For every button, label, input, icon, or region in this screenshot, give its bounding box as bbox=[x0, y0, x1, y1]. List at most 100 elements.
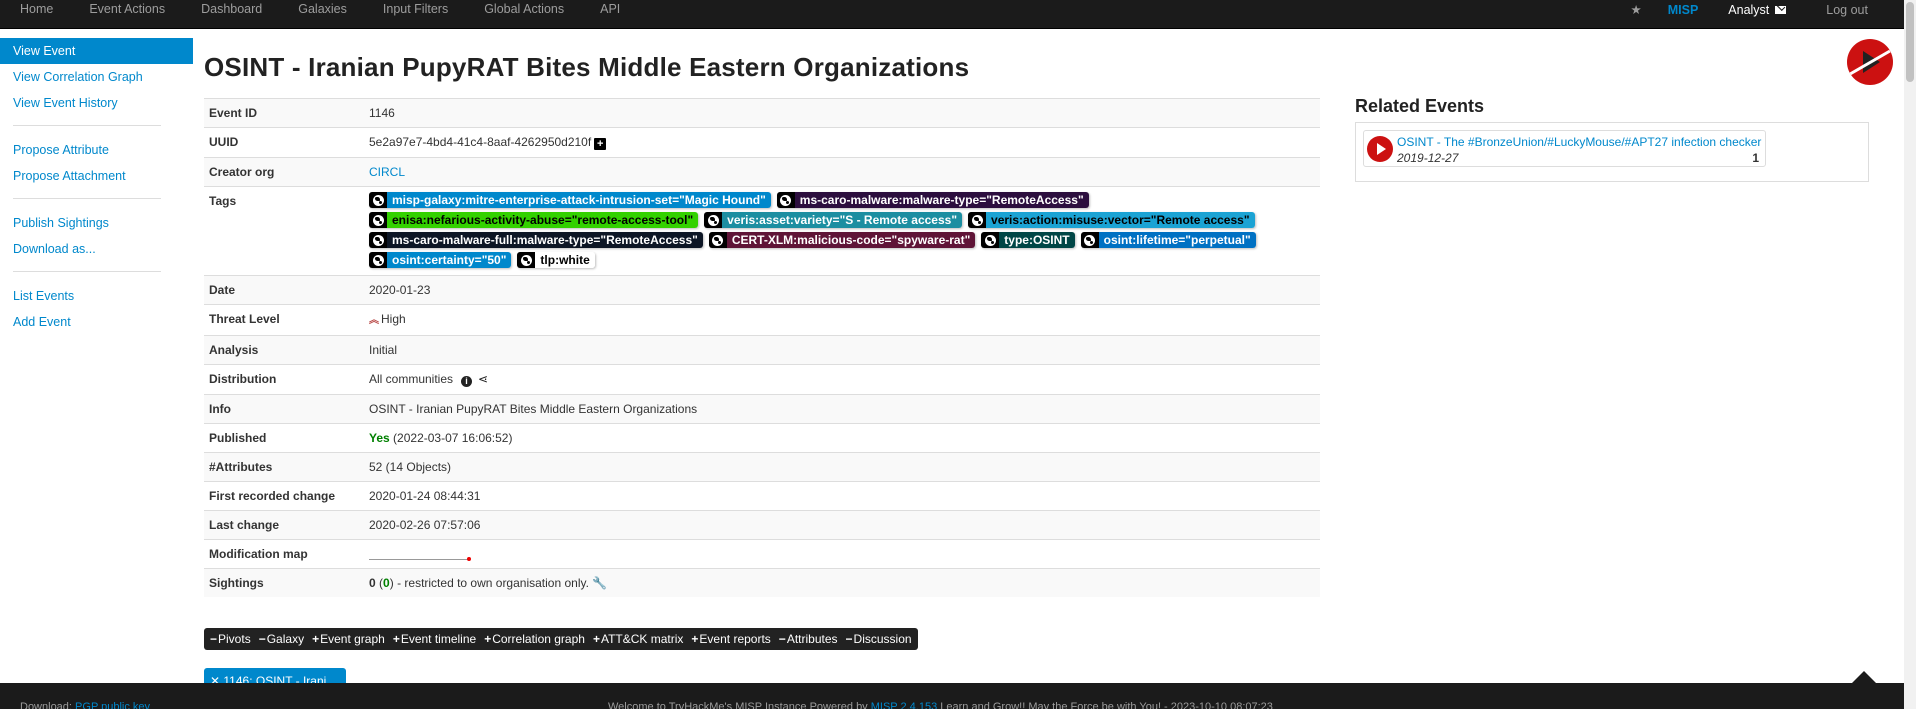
table-row: Date 2020-01-23 bbox=[204, 275, 1320, 305]
minus-icon: − bbox=[778, 632, 786, 646]
sidebar-item-view-correlation-graph[interactable]: View Correlation Graph bbox=[0, 64, 193, 90]
nav-dashboard[interactable]: Dashboard bbox=[201, 0, 262, 20]
toggle-tab[interactable]: −Galaxy bbox=[255, 628, 308, 650]
sidebar-item-propose-attachment[interactable]: Propose Attachment bbox=[0, 163, 193, 189]
tag-label: veris:asset:variety="S - Remote access" bbox=[722, 212, 963, 228]
related-events-panel: OSINT - The #BronzeUnion/#LuckyMouse/#AP… bbox=[1355, 122, 1869, 182]
table-row: Sightings 0 (0) - restricted to own orga… bbox=[204, 568, 1320, 597]
chevron-up-icon: ︽ bbox=[369, 315, 379, 326]
plus-icon: + bbox=[392, 632, 400, 646]
nav-api[interactable]: API bbox=[600, 0, 620, 20]
toggle-tab[interactable]: +Event timeline bbox=[389, 628, 480, 650]
back-to-top-icon[interactable] bbox=[1852, 671, 1876, 683]
event-tag[interactable]: osint:lifetime="perpetual" bbox=[1080, 232, 1256, 248]
event-tag[interactable]: misp-galaxy:mitre-enterprise-attack-intr… bbox=[369, 192, 771, 208]
event-tag[interactable]: CERT-XLM:malicious-code="spyware-rat" bbox=[708, 232, 976, 248]
globe-icon bbox=[776, 192, 795, 208]
org-logo bbox=[1367, 136, 1393, 162]
sightings-cell: 0 (0) - restricted to own organisation o… bbox=[364, 568, 1320, 597]
share-icon[interactable]: ⋖ bbox=[478, 372, 488, 386]
toggle-tab[interactable]: −Pivots bbox=[206, 628, 255, 650]
table-row: Last change 2020-02-26 07:57:06 bbox=[204, 510, 1320, 540]
tag-label: ms-caro-malware-full:malware-type="Remot… bbox=[387, 232, 703, 248]
nav-input-filters[interactable]: Input Filters bbox=[383, 0, 448, 20]
page-title: OSINT - Iranian PupyRAT Bites Middle Eas… bbox=[204, 52, 970, 82]
toggle-tab[interactable]: −Attributes bbox=[775, 628, 842, 650]
event-details-table: Event ID 1146 UUID 5e2a97e7-4bd4-41c4-8a… bbox=[204, 98, 1320, 597]
event-tag[interactable]: ms-caro-malware:malware-type="RemoteAcce… bbox=[776, 192, 1089, 208]
row-label: Sightings bbox=[204, 568, 364, 597]
minus-icon: − bbox=[210, 632, 218, 646]
related-events-title: Related Events bbox=[1355, 96, 1485, 116]
sidebar-divider bbox=[13, 125, 161, 126]
threat-level-cell: ︽ High bbox=[364, 304, 1320, 336]
wrench-icon[interactable]: 🔧 bbox=[592, 576, 607, 590]
org-logo bbox=[1847, 39, 1893, 85]
related-event-card[interactable]: OSINT - The #BronzeUnion/#LuckyMouse/#AP… bbox=[1363, 130, 1766, 167]
scrollbar-thumb[interactable] bbox=[1906, 2, 1914, 82]
related-event-link[interactable]: OSINT - The #BronzeUnion/#LuckyMouse/#AP… bbox=[1397, 135, 1761, 149]
globe-icon bbox=[981, 232, 1000, 248]
plus-icon: + bbox=[592, 632, 600, 646]
row-label: Distribution bbox=[204, 364, 364, 395]
misp-version-link[interactable]: MISP 2.4.153 bbox=[871, 701, 937, 709]
sightings-own-count: 0 bbox=[383, 576, 390, 590]
uuid-value: 5e2a97e7-4bd4-41c4-8aaf-4262950d210f bbox=[369, 135, 592, 149]
sidebar-item-download-as[interactable]: Download as... bbox=[0, 236, 193, 262]
toggle-tab[interactable]: +ATT&CK matrix bbox=[589, 628, 687, 650]
star-icon[interactable]: ★ bbox=[1631, 3, 1642, 17]
minus-icon: − bbox=[845, 632, 853, 646]
sidebar-item-add-event[interactable]: Add Event bbox=[0, 309, 193, 335]
toggle-tab-label: Discussion bbox=[853, 632, 912, 646]
event-tag[interactable]: enisa:nefarious-activity-abuse="remote-a… bbox=[369, 212, 699, 228]
footer-center: Welcome to TryHackMe's MISP Instance Pow… bbox=[608, 701, 1273, 709]
info-icon[interactable]: i bbox=[461, 376, 473, 387]
scrollbar[interactable] bbox=[1904, 0, 1916, 709]
add-uuid-icon[interactable]: + bbox=[594, 138, 607, 150]
nav-event-actions[interactable]: Event Actions bbox=[89, 0, 165, 20]
analysis-value: Initial bbox=[364, 335, 1320, 365]
sidebar-item-view-event-history[interactable]: View Event History bbox=[0, 90, 193, 116]
sidebar: View Event View Correlation Graph View E… bbox=[0, 38, 193, 335]
event-tag[interactable]: type:OSINT bbox=[981, 232, 1075, 248]
table-row: Modification map bbox=[204, 539, 1320, 569]
toggle-tab-label: ATT&CK matrix bbox=[600, 632, 684, 646]
main-menu: Home Event Actions Dashboard Galaxies In… bbox=[20, 0, 656, 20]
table-row: UUID 5e2a97e7-4bd4-41c4-8aaf-4262950d210… bbox=[204, 127, 1320, 158]
pgp-key-link[interactable]: PGP public key bbox=[75, 701, 150, 709]
toggle-tab[interactable]: +Correlation graph bbox=[480, 628, 589, 650]
toggle-tab[interactable]: +Event graph bbox=[308, 628, 389, 650]
table-row: First recorded change 2020-01-24 08:44:3… bbox=[204, 481, 1320, 511]
nav-user[interactable]: Analyst bbox=[1728, 3, 1769, 17]
nav-misp[interactable]: MISP bbox=[1668, 3, 1699, 17]
event-tag[interactable]: osint:certainty="50" bbox=[369, 252, 512, 268]
footer-welcome: Welcome to TryHackMe's MISP Instance Pow… bbox=[608, 701, 868, 709]
event-tag[interactable]: tlp:white bbox=[517, 252, 595, 268]
nav-galaxies[interactable]: Galaxies bbox=[298, 0, 347, 20]
globe-icon bbox=[517, 252, 536, 268]
sidebar-item-view-event[interactable]: View Event bbox=[0, 38, 193, 64]
row-label: Modification map bbox=[204, 539, 364, 569]
toggle-tab-label: Pivots bbox=[218, 632, 251, 646]
toggle-tab-label: Galaxy bbox=[266, 632, 305, 646]
toggle-tab[interactable]: −Discussion bbox=[842, 628, 916, 650]
footer-download-label: Download: bbox=[20, 701, 72, 709]
toggle-tab[interactable]: +Event reports bbox=[687, 628, 774, 650]
nav-global-actions[interactable]: Global Actions bbox=[484, 0, 564, 20]
logout-link[interactable]: Log out bbox=[1826, 3, 1868, 17]
nav-home[interactable]: Home bbox=[20, 0, 53, 20]
event-tag[interactable]: veris:action:misuse:vector="Remote acces… bbox=[968, 212, 1255, 228]
plus-icon: + bbox=[484, 632, 492, 646]
event-tag[interactable]: ms-caro-malware-full:malware-type="Remot… bbox=[369, 232, 703, 248]
sidebar-item-propose-attribute[interactable]: Propose Attribute bbox=[0, 137, 193, 163]
published-date: (2022-03-07 16:06:52) bbox=[393, 431, 513, 445]
toggle-tab-label: Event graph bbox=[320, 632, 385, 646]
sidebar-item-list-events[interactable]: List Events bbox=[0, 283, 193, 309]
event-tag[interactable]: veris:asset:variety="S - Remote access" bbox=[704, 212, 963, 228]
globe-icon bbox=[968, 212, 987, 228]
envelope-icon[interactable] bbox=[1775, 6, 1787, 14]
creator-org-link[interactable]: CIRCL bbox=[369, 165, 405, 179]
toggle-tab-label: Event timeline bbox=[400, 632, 477, 646]
sidebar-item-publish-sightings[interactable]: Publish Sightings bbox=[0, 210, 193, 236]
threat-level-value: High bbox=[381, 312, 406, 326]
